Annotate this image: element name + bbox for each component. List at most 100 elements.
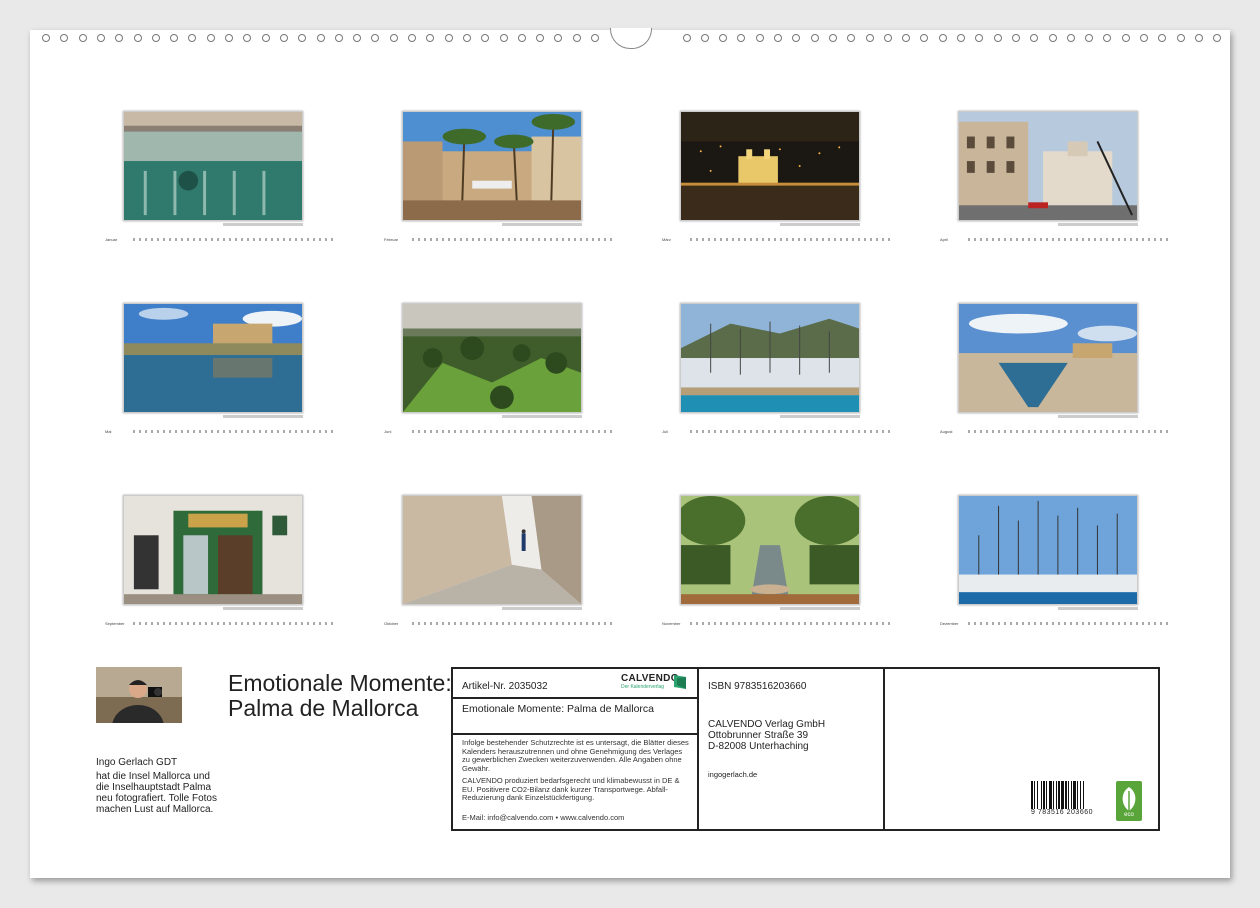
divider bbox=[697, 669, 699, 829]
photo-credit bbox=[780, 607, 860, 610]
binding-ring bbox=[1030, 34, 1039, 42]
author-name: Ingo Gerlach GDT bbox=[96, 757, 178, 768]
author-photo bbox=[96, 667, 182, 723]
month-label: März bbox=[662, 237, 671, 242]
binding-ring bbox=[206, 34, 215, 42]
barcode-bar bbox=[1080, 781, 1081, 809]
day-strip bbox=[690, 238, 890, 241]
binding-ring bbox=[188, 34, 197, 42]
eco-notice: CALVENDO produziert bedarfsgerecht und k… bbox=[462, 776, 680, 802]
binding-ring bbox=[1194, 34, 1203, 42]
barcode-bar bbox=[1058, 781, 1060, 809]
barcode-bar bbox=[1041, 781, 1042, 809]
binding-ring bbox=[499, 34, 508, 42]
day-strip bbox=[133, 238, 333, 241]
binding-ring bbox=[115, 34, 124, 42]
binding-ring bbox=[828, 34, 837, 42]
barcode-bar bbox=[1046, 781, 1047, 809]
binding-ring bbox=[865, 34, 874, 42]
day-strip bbox=[968, 430, 1168, 433]
calvendo-logo: CALVENDO Der Kalenderverlag bbox=[621, 673, 689, 693]
month-label: Oktober bbox=[384, 621, 399, 626]
month-photo-promenade bbox=[958, 303, 1138, 413]
day-strip bbox=[412, 430, 612, 433]
barcode-bar bbox=[1043, 781, 1045, 809]
binding-ring bbox=[1011, 34, 1020, 42]
binding-ring bbox=[774, 34, 782, 42]
binding-ring bbox=[60, 34, 69, 42]
binding-ring bbox=[536, 34, 545, 42]
binding-ring bbox=[151, 34, 160, 42]
day-strip bbox=[133, 430, 333, 433]
barcode-bar bbox=[1049, 781, 1052, 809]
month-photo-marina-masts bbox=[958, 495, 1138, 605]
binding-ring bbox=[1213, 34, 1222, 42]
day-strip bbox=[690, 622, 890, 625]
binding-ring bbox=[1121, 34, 1130, 42]
binding-ring bbox=[426, 34, 435, 42]
barcode-digits: 9 783516 203660 bbox=[1031, 809, 1093, 816]
day-strip bbox=[968, 622, 1168, 625]
binding-ring bbox=[591, 34, 599, 42]
binding-ring bbox=[938, 34, 947, 42]
barcode-bar bbox=[1037, 781, 1038, 809]
binding-ring bbox=[993, 34, 1002, 42]
binding-ring bbox=[682, 34, 691, 42]
barcode-bar bbox=[1068, 781, 1069, 809]
barcode-bar bbox=[1073, 781, 1076, 809]
binding-ring bbox=[225, 34, 233, 42]
binding-ring bbox=[353, 34, 362, 42]
binding-ring bbox=[133, 34, 142, 42]
binding-ring bbox=[316, 34, 325, 42]
calendar-title: Emotionale Momente: Palma de Mallorca bbox=[228, 670, 452, 721]
binding-ring bbox=[334, 34, 343, 42]
binding-ring bbox=[1103, 34, 1112, 42]
photo-credit bbox=[502, 415, 582, 418]
barcode-bar bbox=[1034, 781, 1035, 809]
month-photo-night-cathedral bbox=[680, 111, 860, 221]
binding-ring bbox=[719, 34, 728, 42]
month-label: Juni bbox=[384, 429, 392, 434]
binding-ring bbox=[78, 34, 87, 42]
photo-credit bbox=[223, 607, 303, 610]
month-label: Juli bbox=[662, 429, 669, 434]
binding-ring bbox=[572, 34, 581, 42]
photo-credit bbox=[223, 223, 303, 226]
eco-badge: eco bbox=[1116, 781, 1142, 821]
month-photo-cathedral-lake bbox=[123, 303, 303, 413]
binding-ring bbox=[957, 34, 965, 42]
month-label: Dezember bbox=[940, 621, 959, 626]
binding-ring bbox=[902, 34, 911, 42]
binding-ring bbox=[737, 34, 746, 42]
binding-ring bbox=[389, 34, 398, 42]
photo-credit bbox=[502, 607, 582, 610]
binding-ring bbox=[408, 34, 416, 42]
barcode-bar bbox=[1053, 781, 1054, 809]
product-info-box: Artikel-Nr. 2035032 CALVENDO Der Kalende… bbox=[451, 667, 1160, 831]
month-photo-shopfront bbox=[123, 495, 303, 605]
publisher-name: CALVENDO Verlag GmbH bbox=[708, 719, 826, 730]
month-photo-street-buildings bbox=[958, 111, 1138, 221]
author-website: ingogerlach.de bbox=[708, 770, 758, 779]
binding-ring bbox=[243, 34, 252, 42]
photo-credit bbox=[1058, 607, 1138, 610]
barcode-bar bbox=[1061, 781, 1064, 809]
day-strip bbox=[690, 430, 890, 433]
contact-line: E-Mail: info@calvendo.com • www.calvendo… bbox=[462, 813, 625, 822]
binding-ring bbox=[371, 34, 380, 42]
barcode-bar bbox=[1056, 781, 1057, 809]
photo-credit bbox=[1058, 223, 1138, 226]
photo-credit bbox=[780, 415, 860, 418]
barcode-bar bbox=[1071, 781, 1072, 809]
month-photo-green-park bbox=[402, 303, 582, 413]
binding-ring bbox=[792, 34, 801, 42]
author-description: hat die Insel Mallorca und die Inselhaup… bbox=[96, 771, 217, 815]
month-photo-plaza-palms bbox=[402, 111, 582, 221]
binding-ring bbox=[42, 34, 50, 42]
month-label: November bbox=[662, 621, 681, 626]
divider bbox=[883, 669, 885, 829]
day-strip bbox=[133, 622, 333, 625]
calvendo-mark-icon bbox=[674, 675, 686, 689]
month-photo-fountain-garden bbox=[680, 495, 860, 605]
month-label: September bbox=[105, 621, 125, 626]
